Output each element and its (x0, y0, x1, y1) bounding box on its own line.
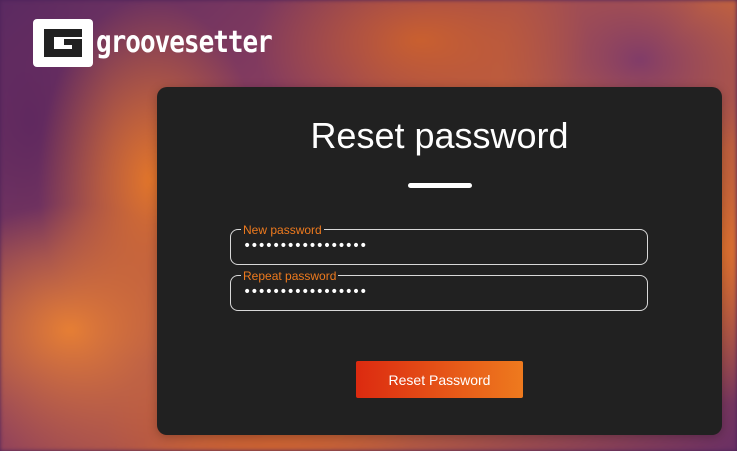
logo-g-glyph (44, 29, 82, 57)
repeat-password-input[interactable]: ••••••••••••••••• (243, 284, 367, 300)
reset-password-button[interactable]: Reset Password (356, 361, 523, 398)
page-title: Reset password (310, 115, 569, 156)
repeat-password-field[interactable]: Repeat password ••••••••••••••••• (230, 270, 648, 311)
new-password-field[interactable]: New password ••••••••••••••••• (230, 224, 648, 265)
brand-logo[interactable]: groovesetter (33, 19, 273, 67)
repeat-password-label: Repeat password (241, 269, 339, 283)
reset-password-card: Reset password New password ••••••••••••… (157, 87, 722, 435)
new-password-label: New password (241, 223, 324, 237)
new-password-input[interactable]: ••••••••••••••••• (243, 238, 367, 254)
logo-mark-icon (33, 19, 93, 67)
brand-name: groovesetter (96, 25, 273, 61)
title-divider (408, 183, 472, 188)
